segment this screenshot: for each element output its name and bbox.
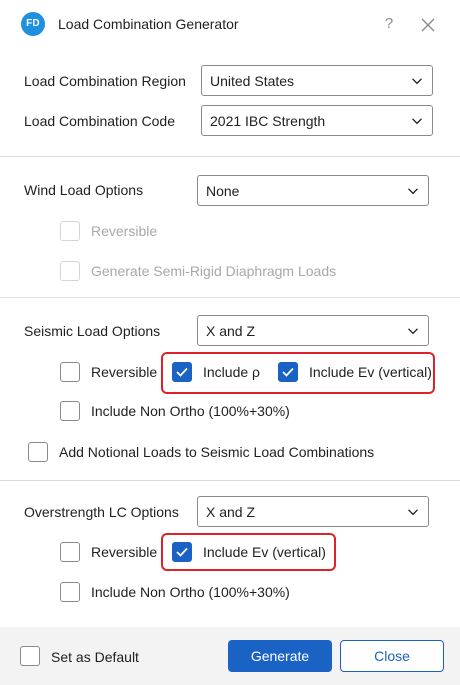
seismic-options-value: X and Z: [206, 323, 256, 339]
chevron-down-icon: [412, 118, 422, 125]
title-bar: FD Load Combination Generator ?: [0, 0, 460, 50]
code-value: 2021 IBC Strength: [210, 113, 326, 129]
dialog-title: Load Combination Generator: [58, 16, 239, 32]
seismic-non-ortho-label: Include Non Ortho (100%+30%): [91, 403, 290, 419]
chevron-down-icon: [408, 328, 418, 335]
region-label: Load Combination Region: [24, 73, 186, 89]
set-default-checkbox[interactable]: [20, 646, 40, 666]
seismic-include-ev-label: Include Ev (vertical): [309, 364, 432, 380]
checkmark-icon: [176, 547, 188, 557]
section-divider: [0, 297, 460, 298]
checkmark-icon: [176, 367, 188, 377]
include-rho-checkbox[interactable]: [172, 362, 192, 382]
overstrength-include-ev-label: Include Ev (vertical): [203, 544, 326, 560]
generate-button[interactable]: Generate: [228, 640, 332, 672]
wind-options-label: Wind Load Options: [24, 182, 144, 198]
wind-options-select[interactable]: None: [197, 175, 429, 206]
overstrength-reversible-label: Reversible: [91, 544, 158, 560]
seismic-reversible-label: Reversible: [91, 364, 158, 380]
code-select[interactable]: 2021 IBC Strength: [201, 105, 433, 136]
semi-rigid-checkbox[interactable]: [60, 261, 80, 281]
seismic-options-label: Seismic Load Options: [24, 323, 161, 339]
section-divider: [0, 480, 460, 481]
notional-loads-checkbox[interactable]: [28, 442, 48, 462]
help-button[interactable]: ?: [380, 13, 398, 35]
overstrength-non-ortho-checkbox[interactable]: [60, 582, 80, 602]
include-rho-label: Include ρ: [203, 364, 260, 380]
semi-rigid-label: Generate Semi-Rigid Diaphragm Loads: [91, 263, 337, 279]
overstrength-include-ev-checkbox[interactable]: [172, 542, 192, 562]
load-combination-dialog: FD Load Combination Generator ? Load Com…: [0, 0, 460, 685]
overstrength-reversible-checkbox[interactable]: [60, 542, 80, 562]
overstrength-non-ortho-label: Include Non Ortho (100%+30%): [91, 584, 290, 600]
app-logo-icon: FD: [21, 12, 45, 36]
overstrength-options-value: X and Z: [206, 504, 256, 520]
chevron-down-icon: [408, 188, 418, 195]
section-divider: [0, 156, 460, 157]
notional-loads-label: Add Notional Loads to Seismic Load Combi…: [59, 444, 375, 460]
chevron-down-icon: [412, 78, 422, 85]
code-label: Load Combination Code: [24, 113, 175, 129]
seismic-non-ortho-checkbox[interactable]: [60, 401, 80, 421]
wind-reversible-checkbox[interactable]: [60, 221, 80, 241]
seismic-options-select[interactable]: X and Z: [197, 315, 429, 346]
region-value: United States: [210, 73, 295, 89]
region-select[interactable]: United States: [201, 65, 433, 96]
wind-reversible-label: Reversible: [91, 223, 158, 239]
set-default-label: Set as Default: [51, 649, 139, 665]
seismic-include-ev-checkbox[interactable]: [278, 362, 298, 382]
dialog-footer: Set as Default Generate Close: [0, 627, 460, 685]
close-icon[interactable]: [418, 15, 438, 35]
close-button[interactable]: Close: [340, 640, 444, 672]
overstrength-options-label: Overstrength LC Options: [24, 504, 179, 520]
wind-options-value: None: [206, 183, 240, 199]
overstrength-options-select[interactable]: X and Z: [197, 496, 429, 527]
chevron-down-icon: [408, 509, 418, 516]
checkmark-icon: [282, 367, 294, 377]
seismic-reversible-checkbox[interactable]: [60, 362, 80, 382]
